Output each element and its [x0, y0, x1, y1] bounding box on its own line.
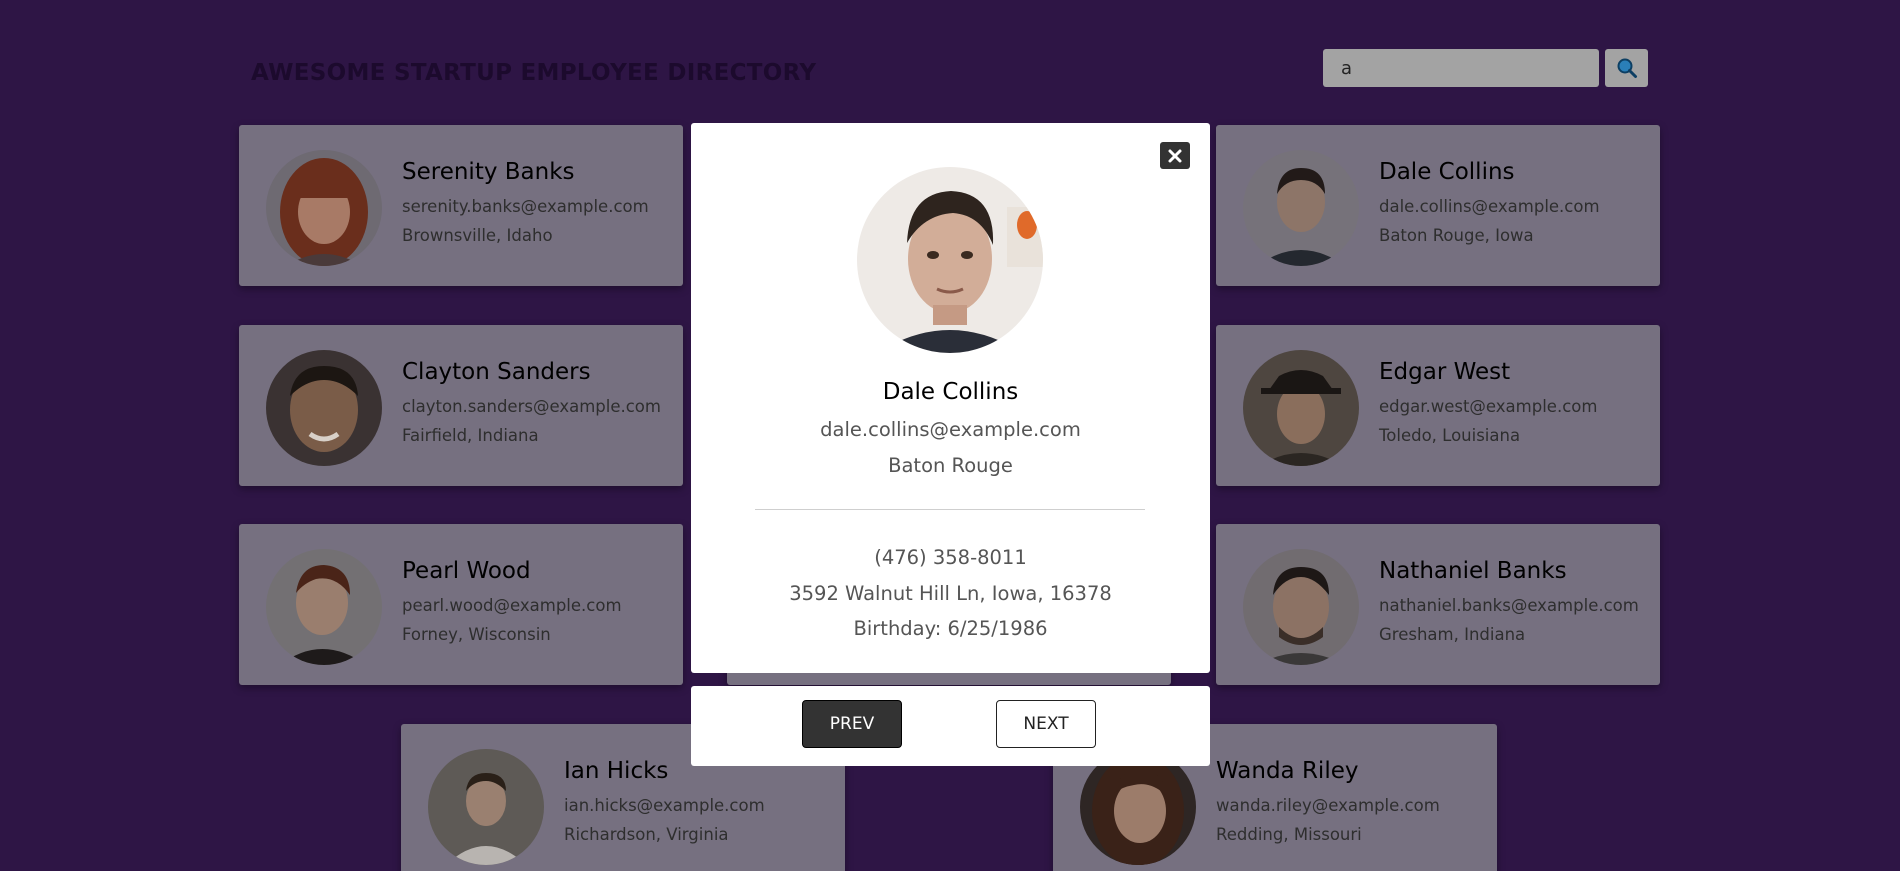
employee-email: wanda.riley@example.com — [1216, 796, 1440, 815]
avatar — [266, 549, 382, 665]
employee-name: Edgar West — [1379, 359, 1511, 385]
avatar — [266, 350, 382, 466]
employee-email: nathaniel.banks@example.com — [1379, 596, 1639, 615]
modal-birthday: Birthday: 6/25/1986 — [853, 617, 1048, 640]
employee-name: Nathaniel Banks — [1379, 558, 1567, 584]
employee-card[interactable]: Nathaniel Banks nathaniel.banks@example.… — [1216, 524, 1660, 685]
employee-name: Clayton Sanders — [402, 359, 591, 385]
employee-email: pearl.wood@example.com — [402, 596, 622, 615]
close-button[interactable] — [1160, 142, 1190, 169]
close-icon — [1168, 149, 1182, 162]
employee-name: Wanda Riley — [1216, 758, 1359, 784]
employee-name: Serenity Banks — [402, 159, 575, 185]
avatar — [1080, 749, 1196, 865]
employee-email: dale.collins@example.com — [1379, 197, 1600, 216]
employee-email: edgar.west@example.com — [1379, 397, 1598, 416]
avatar — [1243, 150, 1359, 266]
avatar — [266, 150, 382, 266]
employee-card[interactable]: Edgar West edgar.west@example.com Toledo… — [1216, 325, 1660, 486]
modal-city: Baton Rouge — [888, 454, 1013, 477]
modal-email: dale.collins@example.com — [820, 418, 1081, 441]
employee-name: Pearl Wood — [402, 558, 531, 584]
employee-location: Fairfield, Indiana — [402, 426, 539, 445]
modal-name: Dale Collins — [882, 379, 1019, 405]
modal-navigation: PREV NEXT — [691, 686, 1210, 766]
avatar — [428, 749, 544, 865]
modal-avatar — [857, 167, 1043, 353]
employee-card[interactable]: Dale Collins dale.collins@example.com Ba… — [1216, 125, 1660, 286]
page-title: AWESOME STARTUP EMPLOYEE DIRECTORY — [251, 60, 817, 86]
employee-location: Brownsville, Idaho — [402, 226, 553, 245]
modal-address: 3592 Walnut Hill Ln, Iowa, 16378 — [789, 582, 1112, 605]
employee-location: Redding, Missouri — [1216, 825, 1362, 844]
employee-location: Gresham, Indiana — [1379, 625, 1526, 644]
divider — [755, 509, 1145, 510]
modal-phone: (476) 358-8011 — [874, 546, 1027, 569]
prev-button[interactable]: PREV — [802, 700, 902, 748]
employee-card[interactable]: Serenity Banks serenity.banks@example.co… — [239, 125, 683, 286]
next-button[interactable]: NEXT — [996, 700, 1096, 748]
search-button[interactable] — [1605, 49, 1648, 87]
search-icon — [1617, 58, 1637, 78]
employee-location: Richardson, Virginia — [564, 825, 729, 844]
employee-name: Dale Collins — [1379, 159, 1515, 185]
avatar — [1243, 549, 1359, 665]
employee-location: Forney, Wisconsin — [402, 625, 551, 644]
employee-location: Baton Rouge, Iowa — [1379, 226, 1534, 245]
search-input[interactable] — [1323, 49, 1599, 87]
avatar — [1243, 350, 1359, 466]
employee-card[interactable]: Pearl Wood pearl.wood@example.com Forney… — [239, 524, 683, 685]
employee-email: clayton.sanders@example.com — [402, 397, 661, 416]
directory-page: AWESOME STARTUP EMPLOYEE DIRECTORY Seren… — [0, 0, 1900, 871]
employee-card[interactable]: Clayton Sanders clayton.sanders@example.… — [239, 325, 683, 486]
employee-email: ian.hicks@example.com — [564, 796, 765, 815]
employee-location: Toledo, Louisiana — [1379, 426, 1521, 445]
employee-email: serenity.banks@example.com — [402, 197, 649, 216]
employee-name: Ian Hicks — [564, 758, 669, 784]
employee-modal: Dale Collins dale.collins@example.com Ba… — [691, 123, 1210, 673]
